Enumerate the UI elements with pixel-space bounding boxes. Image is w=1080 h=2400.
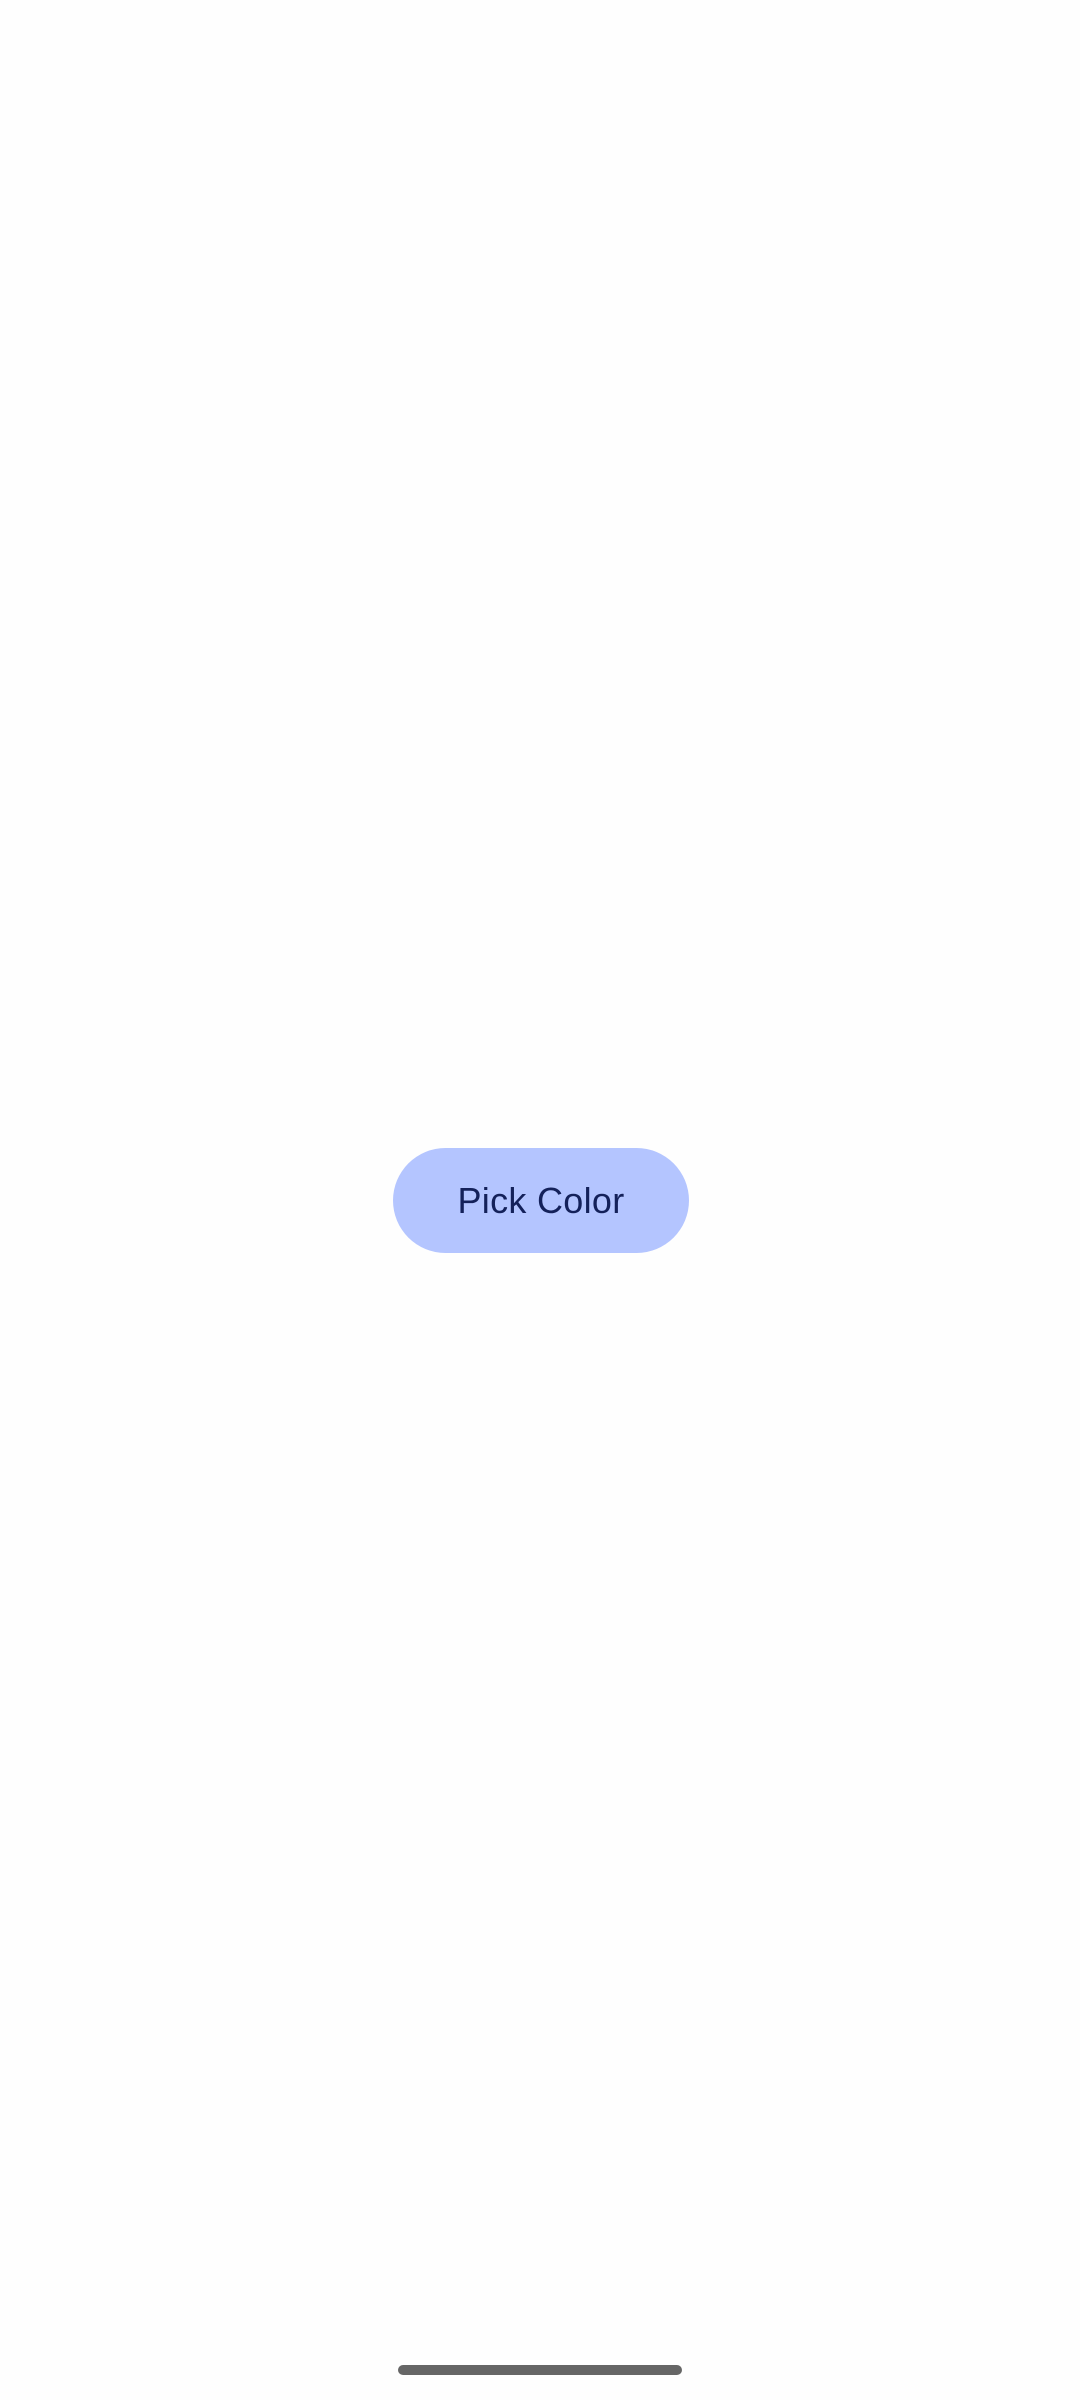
app-screen: Pick Color — [0, 0, 1080, 2400]
pick-color-button[interactable]: Pick Color — [393, 1148, 689, 1253]
gesture-navigation-bar[interactable] — [398, 2365, 682, 2375]
